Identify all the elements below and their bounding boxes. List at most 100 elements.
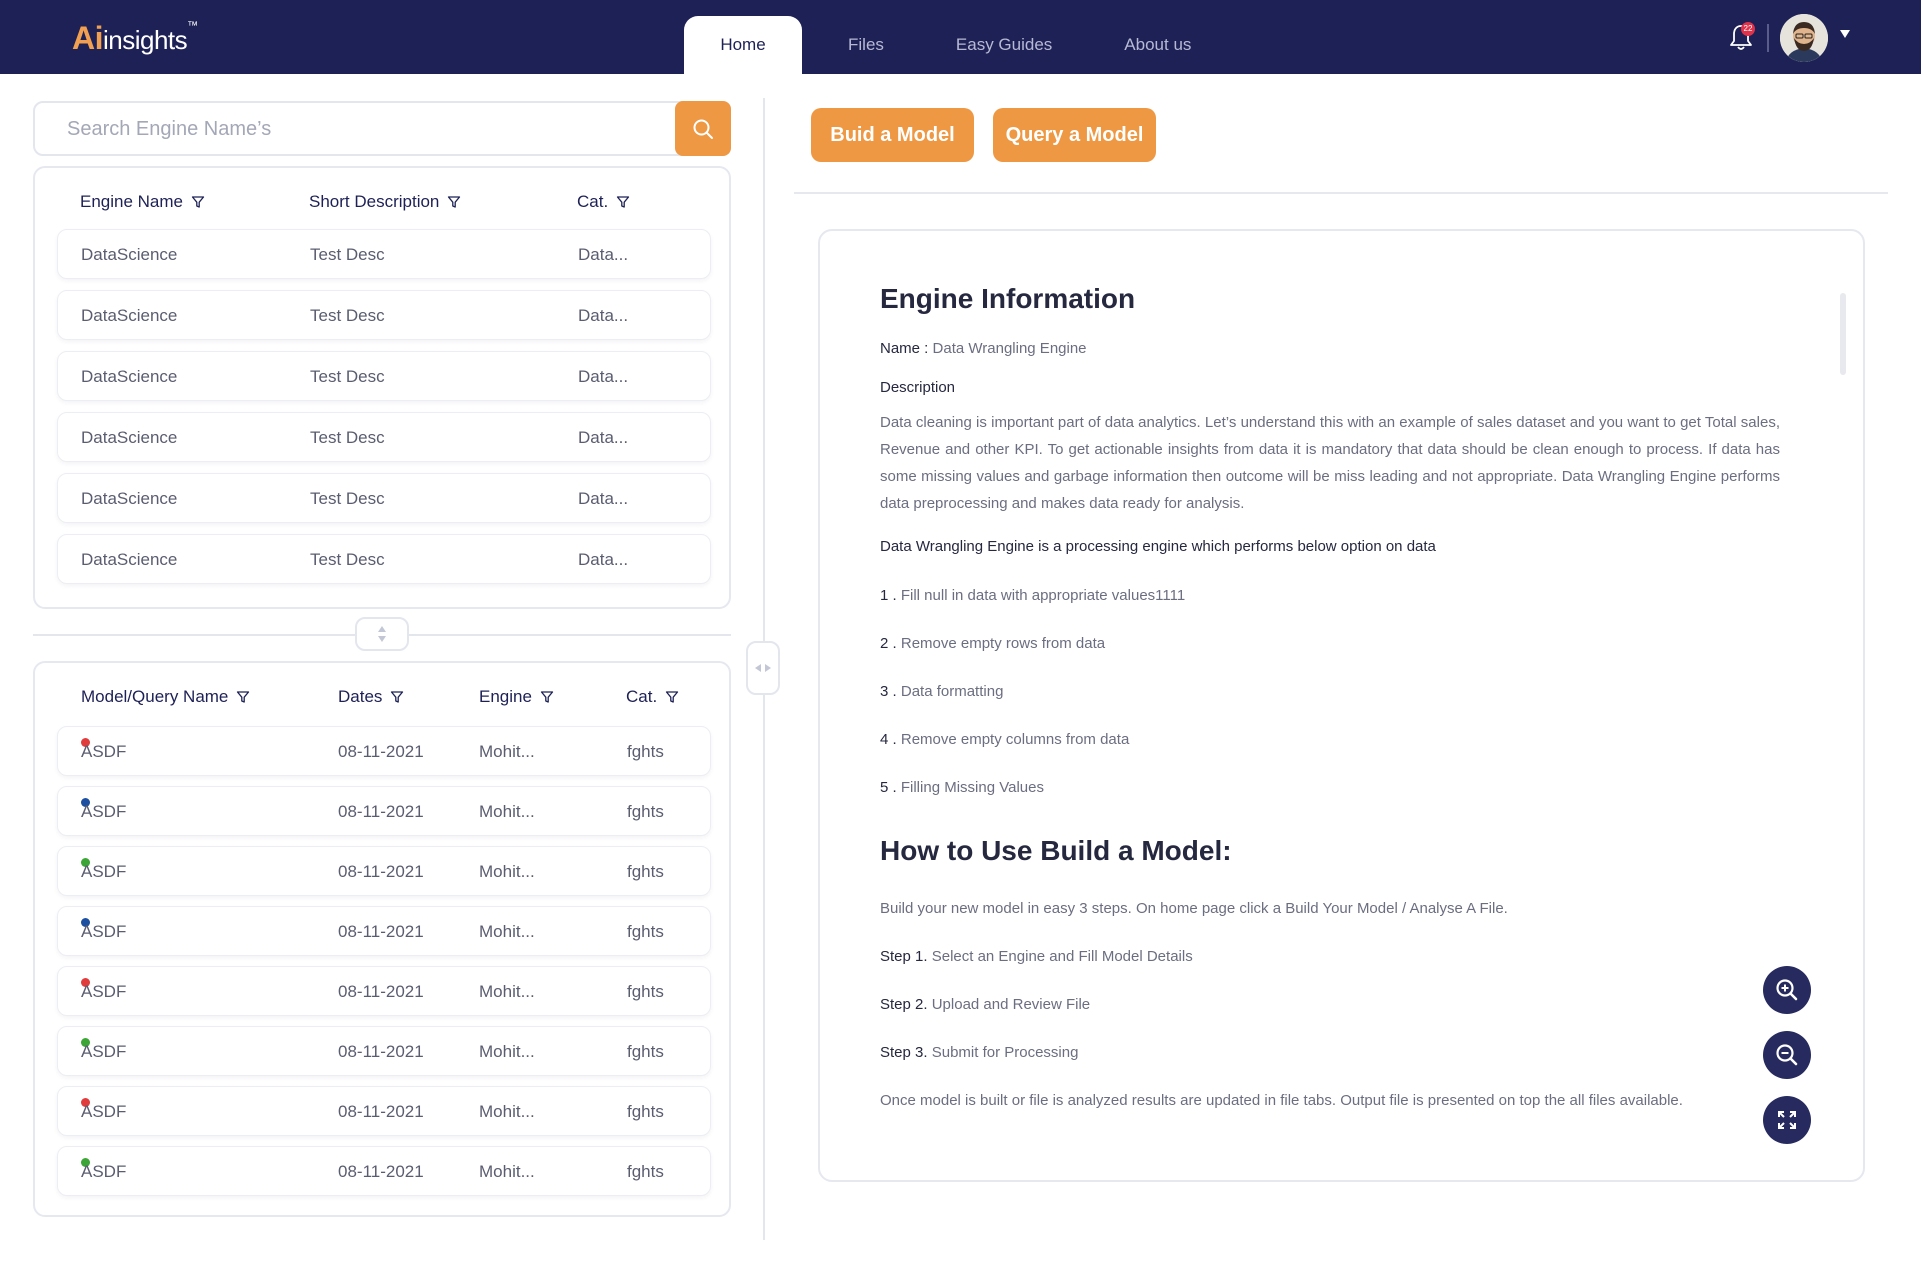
- model-name: ASDF: [81, 922, 127, 941]
- option-item: 3 . Data formatting: [880, 678, 1780, 705]
- table-row[interactable]: ASDF 08-11-2021 Mohit... fghts: [57, 846, 711, 896]
- zoom-in-button[interactable]: [1763, 966, 1811, 1014]
- model-category: fghts: [627, 862, 664, 881]
- fullscreen-button[interactable]: [1763, 1096, 1811, 1144]
- fullscreen-icon: [1778, 1111, 1796, 1129]
- model-name: ASDF: [81, 1162, 127, 1181]
- scrollbar[interactable]: [1840, 293, 1846, 375]
- model-date: 08-11-2021: [338, 982, 424, 1001]
- filter-icon[interactable]: [191, 195, 205, 209]
- model-category: fghts: [627, 922, 664, 941]
- table-row[interactable]: ASDF 08-11-2021 Mohit... fghts: [57, 726, 711, 776]
- tab-files[interactable]: Files: [812, 16, 920, 74]
- engine-info-content: Engine Information Name : Data Wrangling…: [880, 283, 1780, 1114]
- tab-easy-guides[interactable]: Easy Guides: [920, 16, 1088, 74]
- model-engine: Mohit...: [479, 1162, 535, 1181]
- model-category: fghts: [627, 1102, 664, 1121]
- engine-name-label: Name :: [880, 340, 929, 357]
- logo-insights-text: insights: [103, 25, 188, 55]
- model-engine: Mohit...: [479, 922, 535, 941]
- howto-title: How to Use Build a Model:: [880, 835, 1232, 866]
- option-number: 3 .: [880, 683, 897, 700]
- filter-icon[interactable]: [236, 690, 250, 704]
- option-text: Data formatting: [900, 683, 1004, 700]
- horizontal-resize-handle[interactable]: [746, 641, 780, 695]
- build-model-button[interactable]: Buid a Model: [811, 108, 974, 162]
- column-header-label: Engine Name: [80, 192, 184, 211]
- column-header-short-description[interactable]: Short Description: [309, 192, 461, 212]
- app-logo[interactable]: Aiinsights™: [72, 20, 198, 57]
- notification-badge: 22: [1741, 22, 1755, 36]
- query-model-button[interactable]: Query a Model: [993, 108, 1156, 162]
- zoom-out-button[interactable]: [1763, 1031, 1811, 1079]
- column-header-engine[interactable]: Engine: [479, 687, 554, 707]
- model-name: ASDF: [81, 802, 127, 821]
- column-header-category[interactable]: Cat.: [577, 192, 630, 212]
- engine-name: DataScience: [81, 306, 178, 325]
- option-text: Filling Missing Values: [900, 779, 1044, 796]
- model-date: 08-11-2021: [338, 922, 424, 941]
- table-row[interactable]: DataScience Test Desc Data...: [57, 412, 711, 462]
- filter-icon[interactable]: [447, 195, 461, 209]
- model-engine: Mohit...: [479, 1102, 535, 1121]
- tab-about-us[interactable]: About us: [1088, 16, 1227, 74]
- description-text: Data cleaning is important part of data …: [880, 414, 1780, 512]
- outro-text: Once model is built or file is analyzed …: [880, 1092, 1683, 1109]
- resize-horizontal-icon: [755, 664, 771, 672]
- model-category: fghts: [627, 1162, 664, 1181]
- table-row[interactable]: DataScience Test Desc Data...: [57, 534, 711, 584]
- column-header-category[interactable]: Cat.: [626, 687, 679, 707]
- filter-icon[interactable]: [390, 690, 404, 704]
- search-button[interactable]: [675, 101, 731, 156]
- table-row[interactable]: DataScience Test Desc Data...: [57, 473, 711, 523]
- tab-home[interactable]: Home: [684, 16, 802, 74]
- model-name: ASDF: [81, 742, 127, 761]
- table-row[interactable]: DataScience Test Desc Data...: [57, 290, 711, 340]
- description-label: Description: [880, 379, 956, 396]
- engine-category: Data...: [578, 306, 629, 325]
- table-row[interactable]: DataScience Test Desc Data...: [57, 229, 711, 279]
- model-engine: Mohit...: [479, 1042, 535, 1061]
- option-number: 1 .: [880, 587, 897, 604]
- table-row[interactable]: DataScience Test Desc Data...: [57, 351, 711, 401]
- step-label: Step 1.: [880, 948, 928, 965]
- models-table-panel: Model/Query Name Dates Engine Cat. ASDF …: [33, 661, 731, 1217]
- model-date: 08-11-2021: [338, 1042, 424, 1061]
- user-avatar-icon: [1780, 14, 1828, 62]
- table-row[interactable]: ASDF 08-11-2021 Mohit... fghts: [57, 786, 711, 836]
- column-header-label: Model/Query Name: [81, 687, 229, 706]
- vertical-resize-handle[interactable]: [355, 617, 409, 651]
- model-category: fghts: [627, 982, 664, 1001]
- engine-category: Data...: [578, 367, 629, 386]
- model-category: fghts: [627, 1042, 664, 1061]
- filter-icon[interactable]: [616, 195, 630, 209]
- table-row[interactable]: ASDF 08-11-2021 Mohit... fghts: [57, 906, 711, 956]
- engine-description: Test Desc: [310, 306, 385, 325]
- option-number: 5 .: [880, 779, 897, 796]
- model-date: 08-11-2021: [338, 862, 424, 881]
- engines-table-panel: Engine Name Short Description Cat. DataS…: [33, 166, 731, 609]
- engine-name: DataScience: [81, 550, 178, 569]
- table-row[interactable]: ASDF 08-11-2021 Mohit... fghts: [57, 1146, 711, 1196]
- filter-icon[interactable]: [665, 690, 679, 704]
- model-engine: Mohit...: [479, 802, 535, 821]
- engine-description: Test Desc: [310, 245, 385, 264]
- avatar[interactable]: [1780, 14, 1828, 62]
- column-header-model-query-name[interactable]: Model/Query Name: [81, 687, 250, 707]
- table-row[interactable]: ASDF 08-11-2021 Mohit... fghts: [57, 1086, 711, 1136]
- step-item: Step 2. Upload and Review File: [880, 991, 1780, 1018]
- chevron-down-icon[interactable]: [1840, 30, 1850, 38]
- resize-vertical-icon: [378, 626, 386, 642]
- search-input[interactable]: [67, 115, 647, 143]
- column-header-engine-name[interactable]: Engine Name: [80, 192, 205, 212]
- step-item: Step 3. Submit for Processing: [880, 1039, 1780, 1066]
- table-row[interactable]: ASDF 08-11-2021 Mohit... fghts: [57, 1026, 711, 1076]
- engine-info-title: Engine Information: [880, 283, 1136, 314]
- model-engine: Mohit...: [479, 862, 535, 881]
- step-label: Step 3.: [880, 1044, 928, 1061]
- column-header-dates[interactable]: Dates: [338, 687, 404, 707]
- table-row[interactable]: ASDF 08-11-2021 Mohit... fghts: [57, 966, 711, 1016]
- filter-icon[interactable]: [540, 690, 554, 704]
- column-header-label: Dates: [338, 687, 383, 706]
- option-item: 1 . Fill null in data with appropriate v…: [880, 582, 1780, 609]
